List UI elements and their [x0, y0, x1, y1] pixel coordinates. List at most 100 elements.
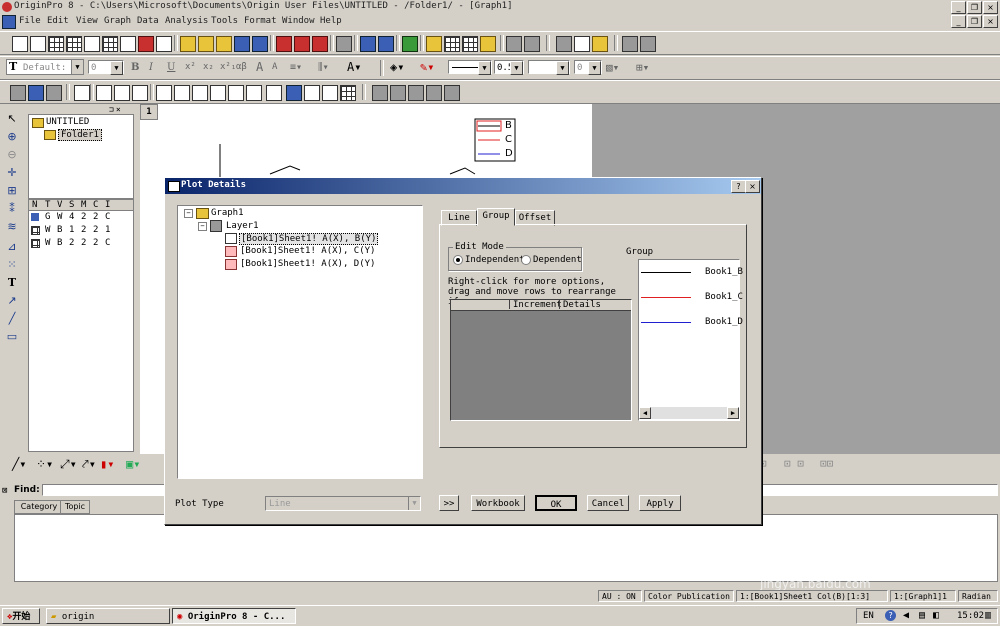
doc-minimize-icon[interactable]: _ — [951, 15, 966, 28]
rectangle-tool-icon[interactable]: ▭ — [4, 330, 20, 344]
decrease-font-icon[interactable]: A — [272, 62, 277, 72]
chevron-down-icon[interactable]: ▼ — [510, 61, 523, 75]
superscript-icon[interactable]: x² — [185, 62, 196, 72]
font-size-combo[interactable]: 0 ▼ — [88, 60, 124, 75]
new-graph-icon[interactable] — [84, 36, 100, 52]
collapse-icon[interactable]: − — [198, 222, 207, 231]
new-notes-icon[interactable] — [156, 36, 172, 52]
insert-inset-icon[interactable] — [228, 85, 244, 101]
code-builder-icon[interactable] — [480, 36, 496, 52]
extract-icon[interactable] — [390, 85, 406, 101]
doc-restore-icon[interactable]: ❐ — [967, 15, 982, 28]
data-reader-icon[interactable]: ⊞ — [4, 184, 20, 198]
import-multiple-icon[interactable] — [294, 36, 310, 52]
screen-reader-icon[interactable]: ✛ — [4, 166, 20, 180]
menu-help[interactable]: Help — [320, 16, 342, 26]
plot-type-select[interactable]: Line ▼ — [265, 496, 421, 511]
column-plot-icon[interactable]: ▮▾ — [100, 457, 114, 471]
layer-tool-icon-2[interactable]: ⊡ ⊡ — [784, 457, 804, 470]
task-originpro[interactable]: ◉ OriginPro 8 - C... — [172, 608, 296, 624]
menu-analysis[interactable]: Analysis — [165, 16, 208, 26]
zoom-out-icon[interactable] — [28, 85, 44, 101]
line-symbol-icon[interactable]: ⤢▾ — [60, 457, 77, 472]
save-template-icon[interactable] — [252, 36, 268, 52]
open-excel-icon[interactable] — [216, 36, 232, 52]
tab-group[interactable]: Group — [477, 208, 515, 226]
help-icon[interactable]: ? — [885, 610, 896, 621]
save-project-icon[interactable] — [234, 36, 250, 52]
volume-icon[interactable]: ◀ — [903, 610, 909, 621]
close-icon[interactable]: × — [983, 1, 998, 14]
import-wizard-icon[interactable] — [312, 36, 328, 52]
add-layer-icon[interactable] — [96, 85, 112, 101]
axis-b-icon[interactable] — [174, 85, 190, 101]
pattern-icon[interactable]: ▧▾ — [606, 61, 619, 74]
axis-l-icon[interactable] — [156, 85, 172, 101]
pointer-icon[interactable]: ↖ — [4, 112, 20, 126]
collapse-icon[interactable]: − — [184, 209, 193, 218]
subscript-icon[interactable]: x₂ — [203, 62, 214, 72]
contour-plot-icon[interactable]: ▣▾ — [126, 457, 140, 471]
symbol-size-combo[interactable]: 0 ▼ — [574, 60, 602, 75]
arrange-icon[interactable] — [408, 85, 424, 101]
language-indicator[interactable]: EN — [863, 611, 874, 621]
tree-plot-c[interactable]: [Book1]Sheet1! A(X), C(Y) — [240, 246, 375, 256]
network-icon[interactable]: ▤ — [919, 610, 925, 621]
add-right-y-icon[interactable] — [132, 85, 148, 101]
menu-view[interactable]: View — [76, 16, 98, 26]
font-color-icon[interactable]: A▾ — [347, 60, 361, 74]
col-header[interactable]: M — [81, 200, 86, 210]
restore-icon[interactable]: ❐ — [967, 1, 982, 14]
chevron-down-icon[interactable]: ▼ — [478, 61, 491, 75]
reminder-icon[interactable] — [524, 36, 540, 52]
axis-r-icon[interactable] — [192, 85, 208, 101]
line-color-icon[interactable]: ✎▾ — [420, 60, 434, 74]
line-plot-icon[interactable]: ╱▾ — [12, 457, 26, 471]
duplicate-icon[interactable] — [378, 36, 394, 52]
align-icon[interactable]: ≡▾ — [290, 62, 302, 73]
col-header[interactable]: C — [93, 200, 98, 210]
ok-button[interactable]: OK — [535, 495, 577, 511]
multi-curve-icon[interactable]: ⤤▾ — [82, 457, 96, 472]
minimize-icon[interactable]: _ — [951, 1, 966, 14]
new-folder-icon[interactable] — [30, 36, 46, 52]
chevron-down-icon[interactable]: ▼ — [110, 61, 123, 75]
help-icon[interactable]: ? — [731, 180, 746, 193]
radio-independent-label[interactable]: Independent — [465, 255, 525, 265]
text-tool-icon[interactable]: T — [4, 276, 20, 290]
bold-icon[interactable]: B — [131, 62, 139, 73]
supersub-icon[interactable]: x²₁ — [220, 62, 236, 72]
tree-graph[interactable]: Graph1 — [211, 208, 244, 218]
tree-plot-b[interactable]: [Book1]Sheet1! A(X), B(Y) — [239, 233, 379, 245]
import-single-icon[interactable] — [276, 36, 292, 52]
command-window-icon[interactable] — [462, 36, 478, 52]
align-layers-icon[interactable] — [444, 85, 460, 101]
explorer-close-icon[interactable]: × — [116, 105, 121, 114]
zoom-in-icon[interactable] — [10, 85, 26, 101]
timestamp-icon[interactable] — [304, 85, 320, 101]
add-top-x-icon[interactable] — [114, 85, 130, 101]
new-matrix-icon[interactable] — [102, 36, 118, 52]
data-selector-icon[interactable]: ⁑ — [4, 202, 20, 216]
list-item[interactable]: W B 2 2 2 C — [29, 238, 133, 249]
line-tool-icon[interactable]: ╱ — [4, 312, 20, 326]
apply-button[interactable]: Apply — [639, 495, 681, 511]
underline-icon[interactable]: U — [167, 62, 175, 73]
paste-icon[interactable] — [592, 36, 608, 52]
new-window-icon[interactable] — [622, 36, 638, 52]
fill-pattern-combo[interactable]: ▼ — [528, 60, 570, 75]
col-header[interactable]: V — [57, 200, 62, 210]
close-icon[interactable]: × — [745, 180, 760, 193]
draw-data-icon[interactable]: ≋ — [4, 220, 20, 234]
col-header[interactable]: S — [69, 200, 74, 210]
table-icon[interactable] — [340, 85, 356, 101]
col-header[interactable]: N — [32, 200, 37, 210]
menu-format[interactable]: Format — [244, 16, 277, 26]
new-excel-icon[interactable] — [66, 36, 82, 52]
col-header[interactable]: T — [45, 200, 50, 210]
graph-doc-icon[interactable] — [2, 15, 16, 29]
layer-number[interactable]: 1 — [140, 104, 158, 120]
start-button[interactable]: ❖开始 — [2, 608, 40, 624]
scatter-plot-icon[interactable]: ⁘▾ — [36, 457, 53, 471]
doc-close-icon[interactable]: × — [983, 15, 998, 28]
